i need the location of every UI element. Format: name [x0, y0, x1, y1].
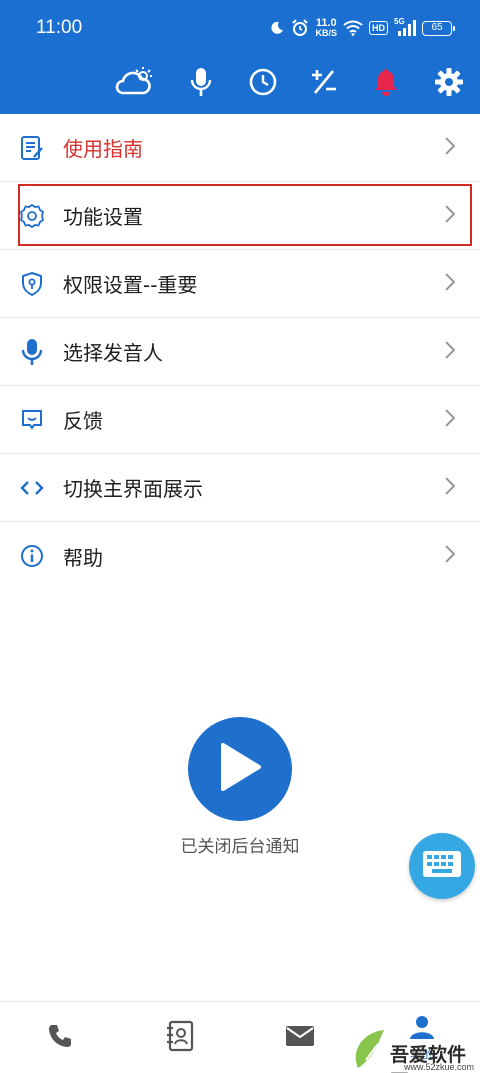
menu-label-switch-main-view: 切换主界面展示 [63, 477, 203, 501]
cell-signal-icon: 5G [394, 17, 416, 37]
keyboard-button[interactable] [409, 833, 475, 899]
keyboard-icon [422, 850, 462, 882]
chevron-right-icon [444, 408, 456, 432]
nav-phone[interactable] [40, 1002, 80, 1073]
settings-icon [18, 202, 46, 230]
status-icons: 11.0 KB/S HD 5G 65 [269, 15, 455, 41]
weather-icon[interactable] [114, 62, 154, 102]
menu-item-help[interactable]: 帮助 [0, 522, 480, 590]
menu-label-voice-select: 选择发音人 [63, 341, 163, 365]
nav-contacts[interactable] [160, 1002, 200, 1073]
menu-item-function-settings[interactable]: 功能设置 [0, 182, 480, 250]
phone-icon [47, 1023, 73, 1053]
mail-icon [285, 1025, 315, 1051]
menu-item-switch-main-view[interactable]: 切换主界面展示 [0, 454, 480, 522]
gear-icon[interactable] [429, 62, 469, 102]
play-button[interactable] [188, 717, 292, 821]
net-speed: 11.0 KB/S [315, 18, 337, 38]
menu-label-guide: 使用指南 [63, 137, 143, 161]
background-notification-status: 已关闭后台通知 [180, 837, 300, 857]
chevron-right-icon [444, 204, 456, 228]
clock-icon[interactable] [243, 62, 283, 102]
nav-mail[interactable] [280, 1002, 320, 1073]
settings-menu: 使用指南 功能设置 权限设置--重要 选择发音人 反馈 切换主界面展示 帮助 [0, 114, 480, 590]
menu-item-feedback[interactable]: 反馈 [0, 386, 480, 454]
chevron-right-icon [444, 476, 456, 500]
hd-badge: HD [369, 21, 388, 35]
menu-item-guide[interactable]: 使用指南 [0, 114, 480, 182]
guide-icon [18, 134, 46, 162]
feedback-icon [18, 406, 46, 434]
menu-label-feedback: 反馈 [63, 409, 103, 433]
chevron-right-icon [444, 544, 456, 568]
net-speed-unit: KB/S [315, 28, 337, 38]
info-icon [18, 542, 46, 570]
menu-label-function-settings: 功能设置 [63, 205, 143, 229]
app-bar: 11:00 11.0 KB/S HD 5G 65 [0, 0, 480, 114]
status-bar: 11:00 11.0 KB/S HD 5G 65 [0, 0, 480, 56]
watermark-url: www.52zkue.com [404, 1062, 475, 1072]
wifi-icon [343, 20, 363, 36]
menu-label-permissions: 权限设置--重要 [63, 273, 198, 297]
calculator-icon[interactable] [304, 62, 344, 102]
menu-item-voice-select[interactable]: 选择发音人 [0, 318, 480, 386]
chevron-right-icon [444, 272, 456, 296]
menu-item-permissions[interactable]: 权限设置--重要 [0, 250, 480, 318]
shield-key-icon [18, 270, 46, 298]
chevron-right-icon [444, 136, 456, 160]
moon-icon [269, 20, 285, 36]
battery-indicator: 65 [422, 20, 455, 36]
top-toolbar [0, 56, 480, 106]
menu-label-help: 帮助 [63, 545, 103, 570]
status-time: 11:00 [36, 17, 83, 38]
microphone-icon[interactable] [181, 62, 221, 102]
bell-icon[interactable] [366, 62, 406, 102]
microphone-icon [18, 338, 46, 366]
contacts-icon [165, 1020, 195, 1056]
code-brackets-icon [18, 474, 46, 502]
alarm-icon [291, 19, 309, 37]
play-icon [217, 741, 263, 797]
chevron-right-icon [444, 340, 456, 364]
